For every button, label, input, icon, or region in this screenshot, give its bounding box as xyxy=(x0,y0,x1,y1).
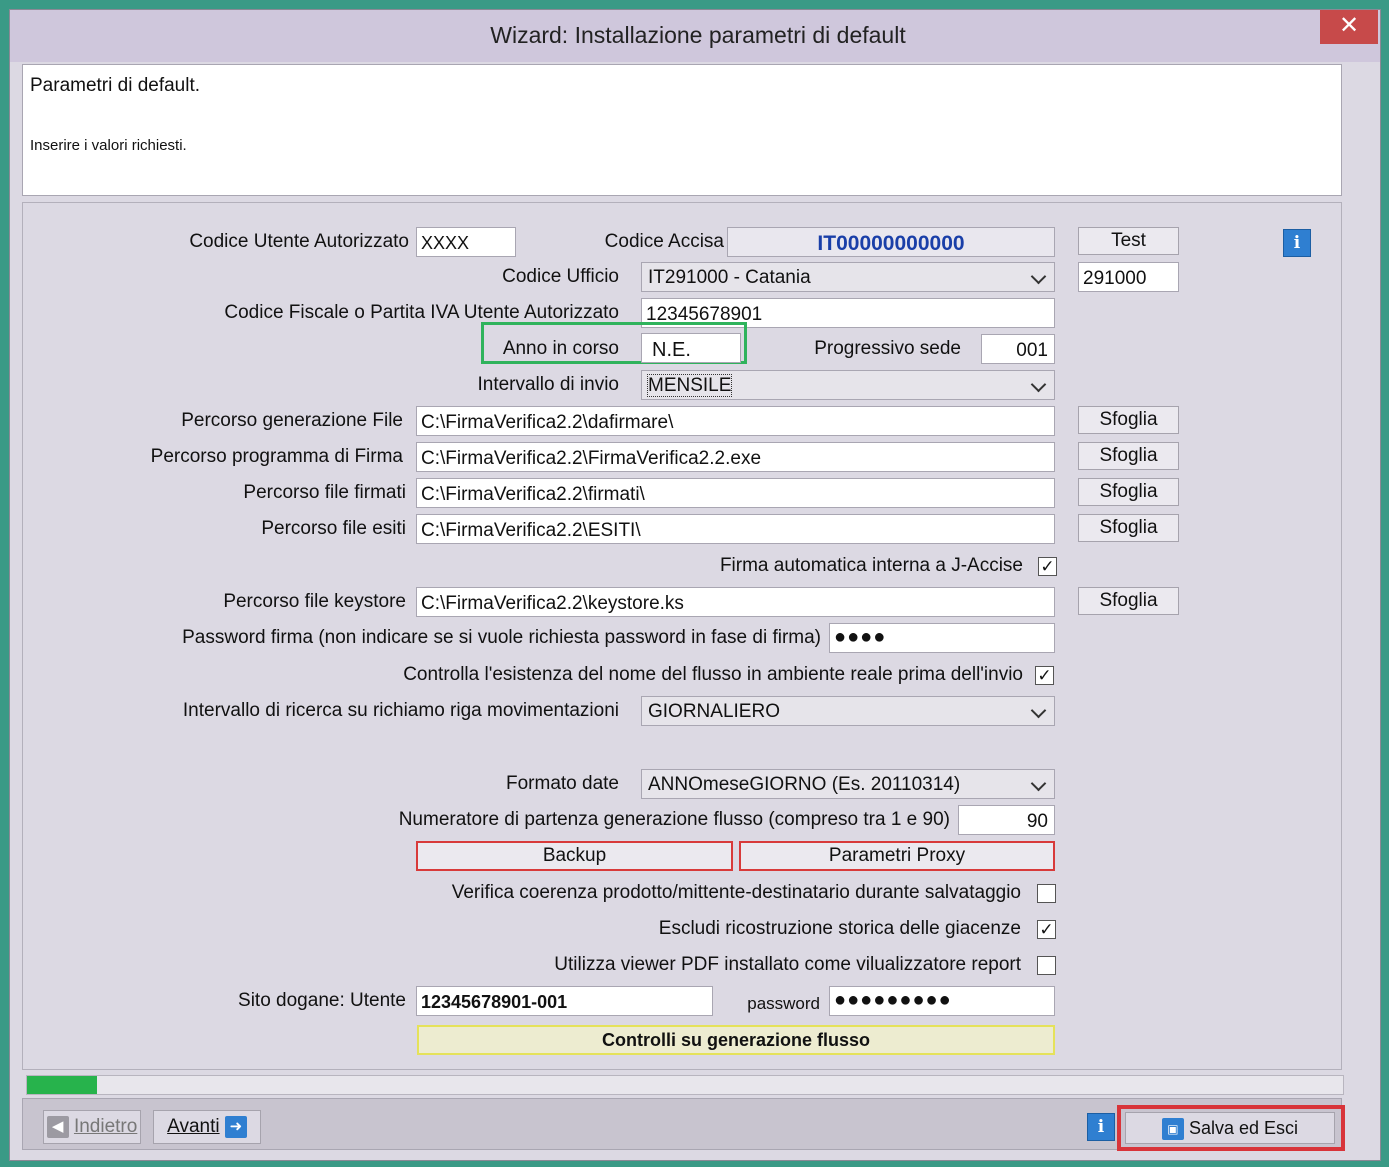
sito-password-input[interactable]: ●●●●●●●●● xyxy=(829,986,1055,1016)
firma-auto-label: Firma automatica interna a J-Accise xyxy=(719,555,1023,576)
progressivo-label: Progressivo sede xyxy=(814,338,961,359)
header-panel: Parametri di default. Inserire i valori … xyxy=(22,64,1342,196)
browse-button[interactable]: Sfoglia xyxy=(1078,406,1179,434)
window-title: Wizard: Installazione parametri di defau… xyxy=(490,22,906,48)
codice-ufficio-code: 291000 xyxy=(1078,262,1179,292)
anno-input[interactable]: N.E. xyxy=(641,333,741,363)
viewer-checkbox[interactable] xyxy=(1037,956,1056,975)
intervallo-ricerca-select[interactable]: GIORNALIERO xyxy=(641,696,1055,726)
controlla-checkbox[interactable]: ✓ xyxy=(1035,666,1054,685)
browse-button[interactable]: Sfoglia xyxy=(1078,514,1179,542)
path-label: Percorso file esiti xyxy=(261,518,406,539)
controlli-button[interactable]: Controlli su generazione flusso xyxy=(417,1025,1055,1055)
sito-password-label: password xyxy=(747,994,820,1013)
footer-bar: ◀ Indietro Avanti ➜ i ▣ Salva ed Esci xyxy=(22,1098,1345,1151)
path-input[interactable]: C:\FirmaVerifica2.2\dafirmare\ xyxy=(416,406,1055,436)
save-exit-button[interactable]: ▣ Salva ed Esci xyxy=(1125,1112,1335,1144)
save-exit-label: Salva ed Esci xyxy=(1188,1118,1299,1138)
browse-button[interactable]: Sfoglia xyxy=(1078,478,1179,506)
codice-accisa-value: IT00000000000 xyxy=(817,232,965,255)
header-subtitle: Inserire i valori richiesti. xyxy=(30,137,187,154)
codice-ufficio-value: IT291000 - Catania xyxy=(648,267,811,288)
test-button[interactable]: Test xyxy=(1078,227,1179,255)
codice-ufficio-label: Codice Ufficio xyxy=(502,266,619,287)
chevron-down-icon xyxy=(1030,268,1047,285)
codice-fiscale-label: Codice Fiscale o Partita IVA Utente Auto… xyxy=(224,302,619,323)
backup-button[interactable]: Backup xyxy=(416,841,733,871)
arrow-right-icon: ➜ xyxy=(224,1115,247,1138)
codice-ufficio-select[interactable]: IT291000 - Catania xyxy=(641,262,1055,292)
title-bar: Wizard: Installazione parametri di defau… xyxy=(10,10,1380,62)
save-icon: ▣ xyxy=(1161,1118,1184,1141)
browse-button[interactable]: Sfoglia xyxy=(1078,442,1179,470)
browse-button[interactable]: Sfoglia xyxy=(1078,587,1179,615)
form-panel: Codice Utente Autorizzato XXXX Codice Ac… xyxy=(22,202,1342,1070)
viewer-label: Utilizza viewer PDF installato come vilu… xyxy=(554,954,1021,975)
keystore-input[interactable]: C:\FirmaVerifica2.2\keystore.ks xyxy=(416,587,1055,617)
path-label: Percorso file firmati xyxy=(243,482,406,503)
back-label: Indietro xyxy=(73,1116,138,1137)
path-input[interactable]: C:\FirmaVerifica2.2\ESITI\ xyxy=(416,514,1055,544)
path-label: Percorso generazione File xyxy=(181,410,403,431)
chevron-down-icon xyxy=(1030,702,1047,719)
numeratore-label: Numeratore di partenza generazione fluss… xyxy=(398,809,950,830)
progress-fill xyxy=(27,1076,97,1094)
anno-label: Anno in corso xyxy=(502,338,619,359)
chevron-down-icon xyxy=(1030,376,1047,393)
close-button[interactable]: ✕ xyxy=(1320,10,1378,44)
password-firma-input[interactable]: ●●●● xyxy=(829,623,1055,653)
info-icon[interactable]: i xyxy=(1283,229,1311,257)
back-button[interactable]: ◀ Indietro xyxy=(43,1110,141,1144)
intervallo-invio-label: Intervallo di invio xyxy=(477,374,619,395)
codice-utente-input[interactable]: XXXX xyxy=(416,227,516,257)
footer-info-icon[interactable]: i xyxy=(1087,1113,1115,1141)
path-input[interactable]: C:\FirmaVerifica2.2\FirmaVerifica2.2.exe xyxy=(416,442,1055,472)
keystore-label: Percorso file keystore xyxy=(223,591,406,612)
intervallo-ricerca-value: GIORNALIERO xyxy=(648,701,780,722)
verifica-checkbox[interactable] xyxy=(1037,884,1056,903)
firma-auto-checkbox[interactable]: ✓ xyxy=(1038,557,1057,576)
verifica-label: Verifica coerenza prodotto/mittente-dest… xyxy=(451,882,1021,903)
chevron-down-icon xyxy=(1030,775,1047,792)
intervallo-invio-select[interactable]: MENSILE xyxy=(641,370,1055,400)
numeratore-input[interactable]: 90 xyxy=(958,805,1055,835)
progressivo-input[interactable]: 001 xyxy=(981,334,1055,364)
header-title: Parametri di default. xyxy=(30,75,201,96)
progress-bar xyxy=(26,1075,1344,1095)
codice-utente-label: Codice Utente Autorizzato xyxy=(189,231,409,252)
path-label: Percorso programma di Firma xyxy=(150,446,403,467)
codice-accisa-label: Codice Accisa xyxy=(604,231,724,252)
sito-utente-input[interactable]: 12345678901-001 xyxy=(416,986,713,1016)
intervallo-ricerca-label: Intervallo di ricerca su richiamo riga m… xyxy=(182,700,619,721)
escludi-checkbox[interactable]: ✓ xyxy=(1037,920,1056,939)
escludi-label: Escludi ricostruzione storica delle giac… xyxy=(658,918,1021,939)
path-input[interactable]: C:\FirmaVerifica2.2\firmati\ xyxy=(416,478,1055,508)
next-button[interactable]: Avanti ➜ xyxy=(153,1110,261,1144)
next-label: Avanti xyxy=(167,1116,220,1137)
codice-accisa-field: IT00000000000 xyxy=(727,227,1055,257)
intervallo-invio-value: MENSILE xyxy=(646,374,733,397)
formato-date-select[interactable]: ANNOmeseGIORNO (Es. 20110314) xyxy=(641,769,1055,799)
formato-date-label: Formato date xyxy=(506,773,619,794)
formato-date-value: ANNOmeseGIORNO (Es. 20110314) xyxy=(648,774,961,795)
arrow-left-icon: ◀ xyxy=(46,1115,69,1138)
controlla-label: Controlla l'esistenza del nome del fluss… xyxy=(403,664,1023,685)
password-firma-label: Password firma (non indicare se si vuole… xyxy=(182,627,821,648)
proxy-button[interactable]: Parametri Proxy xyxy=(739,841,1055,871)
sito-utente-label: Sito dogane: Utente xyxy=(238,990,406,1011)
